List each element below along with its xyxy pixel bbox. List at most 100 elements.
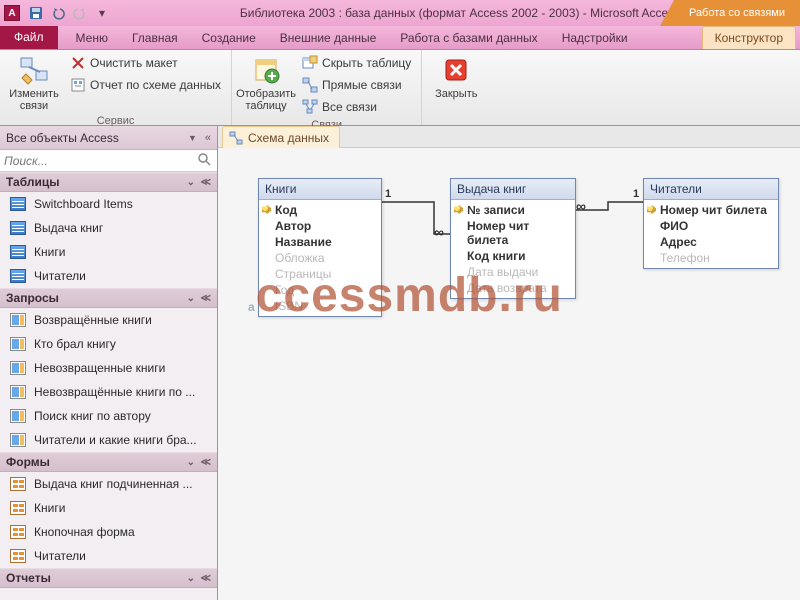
- direct-relationships-button[interactable]: Прямые связи: [298, 74, 415, 96]
- nav-item[interactable]: Кнопочная форма: [0, 520, 217, 544]
- table-field[interactable]: Обложка: [259, 250, 381, 266]
- table-box-header[interactable]: Книги: [259, 179, 381, 200]
- relationships-surface[interactable]: 1 ∞ ∞ 1 КнигиКодАвторНазваниеОбложкаСтра…: [218, 147, 800, 600]
- nav-item[interactable]: Возвращённые книги: [0, 308, 217, 332]
- tab-create[interactable]: Создание: [190, 26, 268, 49]
- nav-item-label: Читатели: [34, 549, 86, 563]
- edit-relationships-button[interactable]: Изменить связи: [6, 52, 62, 114]
- nav-item[interactable]: Невозвращённые книги по ...: [0, 380, 217, 404]
- query-icon: [10, 313, 26, 327]
- shutter-collapse-icon[interactable]: «: [205, 132, 211, 144]
- nav-item[interactable]: Книги: [0, 240, 217, 264]
- nav-search[interactable]: [0, 150, 217, 172]
- nav-item[interactable]: Выдача книг подчиненная ...: [0, 472, 217, 496]
- collapse-icon: ⌄ ≪: [187, 293, 211, 304]
- nav-item[interactable]: Кто брал книгу: [0, 332, 217, 356]
- show-table-button[interactable]: Отобразить таблицу: [238, 52, 294, 114]
- navigation-pane: Все объекты Access ▼ « Таблицы⌄ ≪Switchb…: [0, 126, 218, 600]
- table-field[interactable]: Дата выдачи: [451, 264, 575, 280]
- document-tab-schema[interactable]: Схема данных: [222, 126, 340, 148]
- collapse-icon: ⌄ ≪: [187, 177, 211, 188]
- table-box-issue[interactable]: Выдача книг № записиНомер чит билетаКод к…: [450, 178, 576, 299]
- table-field[interactable]: Код: [259, 202, 381, 218]
- ribbon-group-close: Закрыть: [422, 50, 490, 125]
- nav-group-header[interactable]: Таблицы⌄ ≪: [0, 172, 217, 192]
- table-field[interactable]: Номер чит билета: [644, 202, 778, 218]
- table-box-books[interactable]: Книги КодАвторНазваниеОбложкаСтраницыГодI…: [258, 178, 382, 317]
- clear-layout-button[interactable]: Очистить макет: [66, 52, 225, 74]
- table-field[interactable]: ФИО: [644, 218, 778, 234]
- search-input[interactable]: [4, 154, 197, 168]
- nav-item-label: Невозвращенные книги: [34, 361, 165, 375]
- tab-addins[interactable]: Надстройки: [550, 26, 640, 49]
- table-field[interactable]: № записи: [451, 202, 575, 218]
- form-icon: [10, 549, 26, 563]
- table-icon: [10, 269, 26, 283]
- tab-external-data[interactable]: Внешние данные: [268, 26, 389, 49]
- nav-item[interactable]: Читатели и какие книги бра...: [0, 428, 217, 452]
- cardinality-one: 1: [632, 188, 640, 200]
- ribbon-tabs: Файл Меню Главная Создание Внешние данны…: [0, 26, 800, 50]
- table-field[interactable]: Страницы: [259, 266, 381, 282]
- table-box-header[interactable]: Выдача книг: [451, 179, 575, 200]
- ribbon: Изменить связи Очистить макет Отчет по с…: [0, 50, 800, 126]
- tab-design[interactable]: Конструктор: [702, 26, 796, 49]
- hide-table-button[interactable]: Скрыть таблицу: [298, 52, 415, 74]
- table-field[interactable]: Год: [259, 282, 381, 298]
- nav-item-label: Поиск книг по автору: [34, 409, 151, 423]
- table-field[interactable]: Код книги: [451, 248, 575, 264]
- all-relationships-button[interactable]: Все связи: [298, 96, 415, 118]
- nav-item[interactable]: Switchboard Items: [0, 192, 217, 216]
- nav-item[interactable]: Книги: [0, 496, 217, 520]
- quick-access-toolbar: ▾: [26, 3, 112, 23]
- query-icon: [10, 409, 26, 423]
- table-field[interactable]: Название: [259, 234, 381, 250]
- search-icon: [197, 152, 213, 169]
- save-button[interactable]: [26, 3, 46, 23]
- nav-group-header[interactable]: Отчеты⌄ ≪: [0, 568, 217, 588]
- close-button[interactable]: Закрыть: [428, 52, 484, 102]
- tab-database-tools[interactable]: Работа с базами данных: [388, 26, 549, 49]
- table-field[interactable]: Адрес: [644, 234, 778, 250]
- nav-item[interactable]: Читатели: [0, 264, 217, 288]
- cardinality-many: ∞: [576, 198, 586, 214]
- nav-item-label: Кто брал книгу: [34, 337, 116, 351]
- ribbon-group-tools: Изменить связи Очистить макет Отчет по с…: [0, 50, 232, 125]
- app-icon: A: [4, 5, 20, 21]
- relationship-report-button[interactable]: Отчет по схеме данных: [66, 74, 225, 96]
- table-field[interactable]: Дата возврата: [451, 280, 575, 296]
- nav-item[interactable]: Невозвращенные книги: [0, 356, 217, 380]
- document-area: Схема данных 1 ∞ ∞ 1 КнигиКодАвторНазван…: [218, 126, 800, 600]
- ribbon-group-relationships: Отобразить таблицу Скрыть таблицу Прямые…: [232, 50, 422, 125]
- collapse-icon: ⌄ ≪: [187, 457, 211, 468]
- table-field[interactable]: Автор: [259, 218, 381, 234]
- form-icon: [10, 477, 26, 491]
- query-icon: [10, 337, 26, 351]
- table-field[interactable]: ISBN: [259, 298, 381, 314]
- chevron-down-icon: ▼: [188, 133, 197, 143]
- form-icon: [10, 525, 26, 539]
- nav-item[interactable]: Поиск книг по автору: [0, 404, 217, 428]
- table-field[interactable]: Телефон: [644, 250, 778, 266]
- table-field[interactable]: Номер чит билета: [451, 218, 575, 248]
- qat-dropdown[interactable]: ▾: [92, 3, 112, 23]
- table-box-readers[interactable]: Читатели Номер чит билетаФИОАдресТелефон: [643, 178, 779, 269]
- tab-home[interactable]: Главная: [120, 26, 190, 49]
- redo-button[interactable]: [70, 3, 90, 23]
- nav-item[interactable]: Выдача книг: [0, 216, 217, 240]
- nav-item-label: Читатели: [34, 269, 86, 283]
- nav-group-header[interactable]: Запросы⌄ ≪: [0, 288, 217, 308]
- file-tab[interactable]: Файл: [0, 25, 58, 49]
- nav-pane-header[interactable]: Все объекты Access ▼ «: [0, 126, 217, 150]
- tab-menu[interactable]: Меню: [64, 26, 120, 49]
- cardinality-one: 1: [384, 188, 392, 200]
- nav-item-label: Возвращённые книги: [34, 313, 152, 327]
- table-box-header[interactable]: Читатели: [644, 179, 778, 200]
- undo-button[interactable]: [48, 3, 68, 23]
- nav-item-label: Книги: [34, 501, 65, 515]
- nav-group-header[interactable]: Формы⌄ ≪: [0, 452, 217, 472]
- collapse-icon: ⌄ ≪: [187, 573, 211, 584]
- query-icon: [10, 433, 26, 447]
- title-bar: A ▾ Библиотека 2003 : база данных (форма…: [0, 0, 800, 26]
- nav-item[interactable]: Читатели: [0, 544, 217, 568]
